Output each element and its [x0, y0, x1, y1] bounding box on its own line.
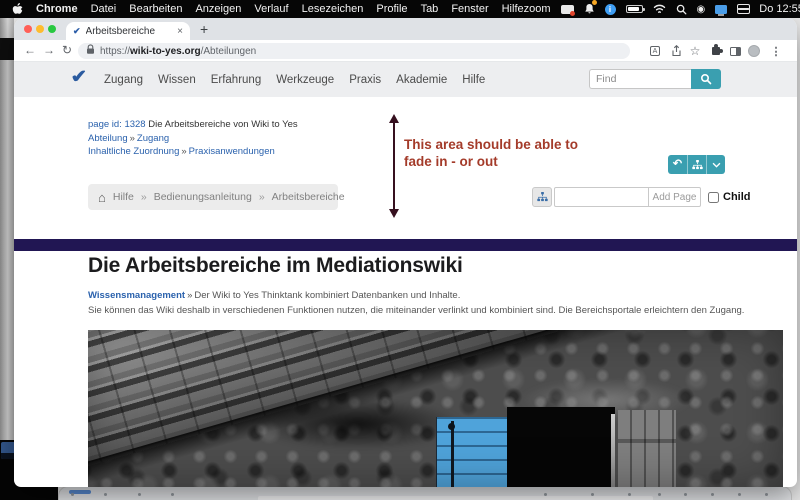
category-link-inhaltliche-zuordnung[interactable]: Inhaltliche Zuordnung — [88, 146, 179, 157]
article-body-text: Sie können das Wiki deshalb in verschied… — [88, 305, 744, 316]
menu-profile[interactable]: Profile — [376, 3, 407, 15]
wifi-icon[interactable] — [653, 2, 666, 16]
apple-menu-icon[interactable] — [12, 2, 23, 16]
page-title: Die Arbeitsbereiche im Mediationswiki — [88, 254, 463, 278]
translate-icon[interactable]: A — [648, 44, 662, 58]
zoom-window-button[interactable] — [48, 25, 56, 33]
article-lead: Wissensmanagement»Der Wiki to Yes Thinkt… — [88, 290, 460, 301]
site-logo-check-icon[interactable]: ✔ — [70, 66, 89, 87]
page-meta-title: Die Arbeitsbereiche von Wiki to Yes — [148, 119, 297, 130]
control-center-icon[interactable] — [737, 4, 749, 14]
page-meta: page id: 1328 Die Arbeitsbereiche von Wi… — [88, 118, 298, 159]
reload-button[interactable]: ↻ — [62, 40, 72, 61]
new-page-name-input[interactable] — [554, 187, 649, 207]
find-search-button[interactable] — [691, 69, 721, 89]
nav-item-erfahrung[interactable]: Erfahrung — [211, 74, 262, 86]
dropdown-toggle-button[interactable] — [706, 155, 725, 174]
page-tree-button[interactable] — [532, 187, 552, 207]
menu-bearbeiten[interactable]: Bearbeiten — [129, 3, 182, 15]
new-tab-button[interactable]: + — [200, 20, 208, 38]
display-icon[interactable] — [715, 5, 727, 14]
menu-lesezeichen[interactable]: Lesezeichen — [302, 3, 364, 15]
nav-item-akademie[interactable]: Akademie — [396, 74, 447, 86]
category-link-praxisanwendungen[interactable]: Praxisanwendungen — [189, 146, 275, 157]
tab-favicon-check-icon: ✔ — [73, 26, 81, 37]
screen-time-icon[interactable]: ◉ — [697, 2, 706, 16]
category-link-abteilung[interactable]: Abteilung — [88, 133, 128, 144]
undo-button[interactable]: ↶ — [668, 155, 687, 174]
screen-record-icon[interactable] — [561, 5, 574, 14]
menu-verlauf[interactable]: Verlauf — [254, 3, 288, 15]
battery-icon[interactable] — [626, 5, 643, 13]
page-id-link[interactable]: page id: 1328 — [88, 119, 146, 130]
notification-bell-icon[interactable] — [584, 2, 595, 16]
find-input[interactable] — [589, 69, 691, 89]
info-status-icon[interactable]: i — [605, 4, 616, 15]
annotation-text: This area should be able to fade in - or… — [404, 136, 578, 170]
close-window-button[interactable] — [24, 25, 32, 33]
url-text: https://wiki-to-yes.org/Abteilungen — [100, 46, 256, 57]
minimize-window-button[interactable] — [36, 25, 44, 33]
tab-close-icon[interactable]: × — [177, 26, 183, 37]
menu-anzeigen[interactable]: Anzeigen — [195, 3, 241, 15]
address-bar[interactable]: https://wiki-to-yes.org/Abteilungen — [78, 43, 630, 59]
tab-strip: ✔ Arbeitsbereiche × + — [14, 18, 797, 40]
background-window-edge — [0, 18, 14, 500]
macos-menubar: Chrome Datei Bearbeiten Anzeigen Verlauf… — [0, 0, 800, 18]
menu-datei[interactable]: Datei — [91, 3, 117, 15]
nav-item-wissen[interactable]: Wissen — [158, 74, 196, 86]
browser-toolbar: ← → ↻ https://wiki-to-yes.org/Abteilunge… — [14, 40, 797, 62]
extensions-puzzle-icon[interactable] — [709, 44, 723, 58]
structure-button[interactable] — [687, 155, 706, 174]
sitemap-icon — [537, 192, 548, 202]
breadcrumb-arbeitsbereiche: Arbeitsbereiche — [272, 191, 345, 203]
menu-fenster[interactable]: Fenster — [451, 3, 488, 15]
nav-item-praxis[interactable]: Praxis — [349, 74, 381, 86]
nav-item-hilfe[interactable]: Hilfe — [462, 74, 485, 86]
breadcrumb-hilfe[interactable]: Hilfe — [113, 191, 134, 203]
double-arrow-annotation — [389, 114, 399, 218]
photo-vignette — [88, 330, 783, 487]
nav-item-werkzeuge[interactable]: Werkzeuge — [276, 74, 334, 86]
navy-divider-bar — [14, 239, 797, 251]
share-icon[interactable] — [669, 44, 683, 58]
chevron-down-icon — [712, 162, 721, 168]
tab-title: Arbeitsbereiche — [86, 26, 173, 37]
home-icon[interactable]: ⌂ — [98, 191, 106, 204]
menu-hilfe[interactable]: Hilfe — [502, 3, 524, 15]
menu-zoom-app[interactable]: zoom — [524, 3, 551, 15]
background-page-edge — [258, 496, 653, 500]
hero-photo — [88, 330, 783, 487]
nav-item-zugang[interactable]: Zugang — [104, 74, 143, 86]
forward-button[interactable]: → — [43, 40, 55, 61]
menu-tab[interactable]: Tab — [421, 3, 439, 15]
profile-avatar[interactable] — [747, 44, 761, 58]
background-browser-window — [58, 486, 792, 500]
breadcrumb-bedienungsanleitung[interactable]: Bedienungsanleitung — [154, 191, 252, 203]
breadcrumb: ⌂ Hilfe » Bedienungsanleitung » Arbeitsb… — [88, 184, 338, 210]
child-checkbox-label: Child — [723, 187, 751, 207]
side-panel-icon[interactable] — [728, 44, 742, 58]
spotlight-search-icon[interactable] — [676, 2, 687, 16]
lock-icon[interactable] — [86, 42, 95, 60]
wissensmanagement-link[interactable]: Wissensmanagement — [88, 290, 185, 301]
kebab-menu-icon[interactable]: ⋮ — [769, 44, 783, 58]
page-tool-group: ↶ — [668, 155, 725, 174]
chrome-window: ✔ Arbeitsbereiche × + ← → ↻ https://wiki… — [14, 18, 797, 487]
category-link-zugang[interactable]: Zugang — [137, 133, 169, 144]
menu-app-chrome[interactable]: Chrome — [36, 3, 78, 15]
child-checkbox[interactable] — [708, 192, 719, 203]
menubar-clock[interactable]: Do 12:55 — [759, 3, 800, 15]
undo-icon: ↶ — [673, 159, 682, 170]
site-header: ✔ Zugang Wissen Erfahrung Werkzeuge Prax… — [14, 62, 797, 97]
back-button[interactable]: ← — [24, 40, 36, 61]
site-navigation: Zugang Wissen Erfahrung Werkzeuge Praxis… — [104, 62, 485, 97]
add-page-button[interactable]: Add Page — [649, 187, 701, 207]
sitemap-icon — [692, 160, 703, 170]
active-tab[interactable]: ✔ Arbeitsbereiche × — [66, 22, 190, 40]
bookmark-star-icon[interactable]: ☆ — [688, 44, 702, 58]
